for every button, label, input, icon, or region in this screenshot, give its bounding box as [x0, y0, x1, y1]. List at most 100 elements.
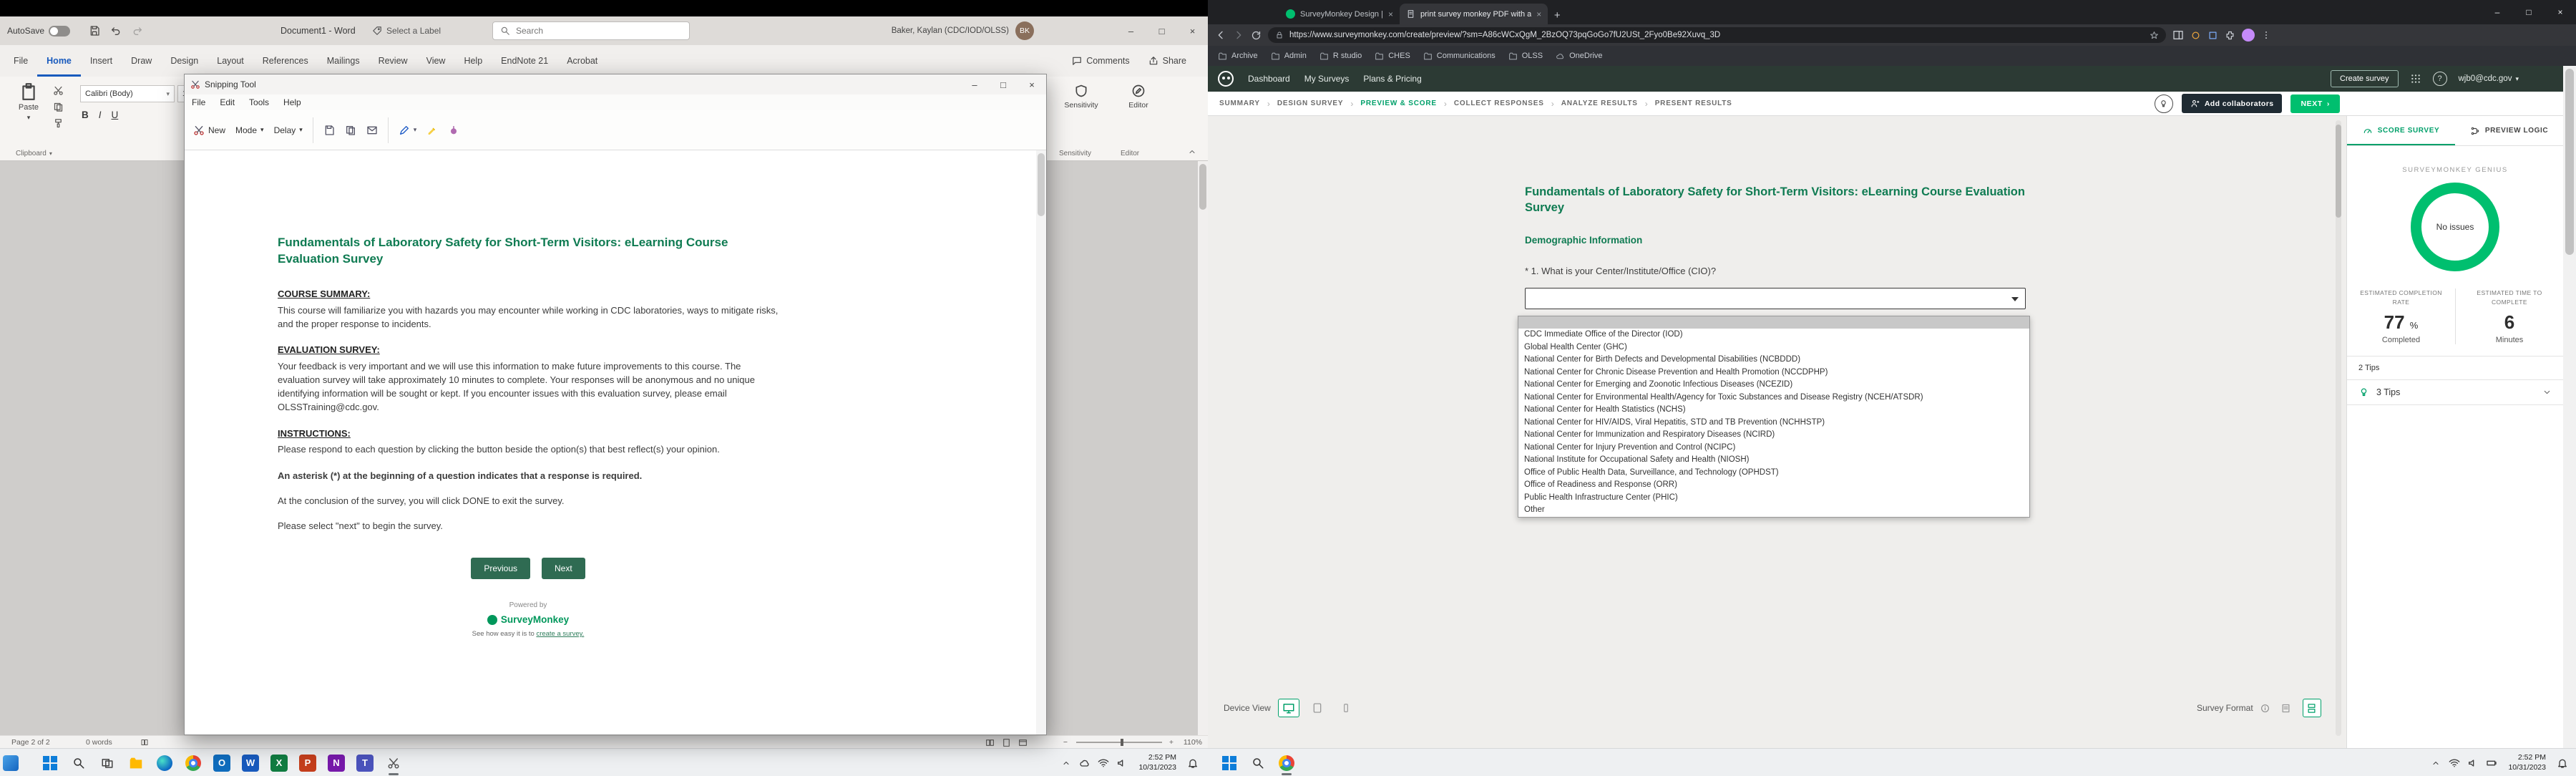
preview-logic-tab[interactable]: PREVIEW LOGIC [2455, 116, 2563, 145]
tips-bulb-button[interactable] [2155, 94, 2173, 113]
maximize-icon[interactable]: □ [989, 74, 1018, 94]
ribbon-tab-references[interactable]: References [253, 45, 318, 77]
dropdown-option[interactable]: Global Health Center (GHC) [1518, 341, 2029, 354]
close-icon[interactable]: × [1177, 16, 1208, 45]
maximize-icon[interactable]: □ [1146, 16, 1177, 45]
dropdown-option[interactable]: National Center for Environmental Health… [1518, 392, 2029, 404]
next-button[interactable]: Next [542, 558, 585, 579]
comments-button[interactable]: Comments [1072, 56, 1129, 66]
taskbar-clock[interactable]: 2:52 PM 10/31/2023 [1138, 753, 1176, 772]
cio-select[interactable] [1525, 288, 2026, 309]
ribbon-tab-mailings[interactable]: Mailings [318, 45, 369, 77]
sensitivity-button[interactable]: Sensitivity [1056, 84, 1106, 110]
minimize-icon[interactable]: – [2482, 0, 2513, 24]
minimize-icon[interactable]: – [960, 74, 989, 94]
add-collaborators-button[interactable]: Add collaborators [2182, 94, 2283, 113]
back-icon[interactable] [1215, 29, 1226, 41]
tray-expand-icon[interactable] [2426, 759, 2445, 767]
word-count[interactable]: 0 words [86, 736, 112, 749]
underline-button[interactable]: U [112, 110, 119, 120]
onenote-button[interactable]: N [322, 749, 351, 776]
dropdown-option-blank[interactable] [1518, 316, 2029, 329]
bookmark-archive[interactable]: Archive [1218, 52, 1258, 61]
redo-icon[interactable] [127, 16, 147, 45]
score-survey-tab[interactable]: SCORE SURVEY [2347, 116, 2455, 145]
menu-edit[interactable]: Edit [220, 97, 235, 107]
delay-dropdown[interactable]: Delay ▾ [274, 125, 303, 135]
dropdown-option[interactable]: National Center for Immunization and Res… [1518, 429, 2029, 442]
previous-button[interactable]: Previous [471, 558, 530, 579]
format-one-page-button[interactable] [2277, 699, 2296, 717]
step-design-survey[interactable]: DESIGN SURVEY [1277, 100, 1343, 107]
ribbon-tab-review[interactable]: Review [369, 45, 417, 77]
highlighter-icon[interactable] [426, 125, 438, 136]
dropdown-option[interactable]: National Center for Chronic Disease Prev… [1518, 367, 2029, 379]
ribbon-tab-home[interactable]: Home [37, 45, 81, 77]
tips-accordion[interactable]: 3 Tips [2347, 379, 2563, 405]
font-name-select[interactable]: Calibri (Body) ▾ [80, 85, 175, 102]
search-input[interactable] [516, 26, 673, 36]
zoom-level[interactable]: 110% [1184, 736, 1202, 749]
ribbon-tab-insert[interactable]: Insert [81, 45, 122, 77]
avatar[interactable]: BK [1015, 21, 1034, 40]
surveymonkey-logo[interactable] [1218, 71, 1234, 87]
ribbon-tab-draw[interactable]: Draw [122, 45, 161, 77]
dropdown-option[interactable]: National Center for Injury Prevention an… [1518, 442, 2029, 455]
taskbar-search-button[interactable] [64, 749, 93, 776]
pen-dropdown[interactable]: ▾ [399, 125, 417, 136]
snip-scrollbar[interactable] [1036, 150, 1046, 734]
url-text[interactable]: https://www.surveymonkey.com/create/prev… [1289, 31, 2144, 39]
account-name[interactable]: Baker, Kaylan (CDC/IOD/OLSS) [892, 16, 1009, 45]
save-icon[interactable] [84, 16, 104, 45]
excel-button[interactable]: X [265, 749, 293, 776]
step-preview-score[interactable]: PREVIEW & SCORE [1360, 100, 1436, 107]
browser-tab-surveymonkey[interactable]: SurveyMonkey Design | × [1279, 4, 1400, 24]
extensions-puzzle-icon[interactable] [2225, 30, 2235, 41]
bookmark-star-icon[interactable] [2150, 31, 2159, 40]
collapse-ribbon-icon[interactable] [1188, 147, 1196, 156]
browser-scrollbar[interactable] [2563, 66, 2576, 748]
start-button[interactable] [1215, 749, 1244, 776]
bookmark-onedrive[interactable]: OneDrive [1556, 52, 1602, 61]
save-snip-icon[interactable] [323, 125, 335, 136]
ribbon-tab-help[interactable]: Help [454, 45, 492, 77]
next-step-button[interactable]: NEXT › [2290, 94, 2340, 113]
menu-help[interactable]: Help [283, 97, 301, 107]
notification-bell-icon[interactable] [1184, 757, 1202, 769]
browser-scrollbar-thumb[interactable] [2565, 69, 2574, 255]
battery-icon[interactable] [2482, 757, 2501, 769]
zoom-out-button[interactable]: − [1063, 736, 1068, 749]
undo-icon[interactable] [106, 16, 126, 45]
refresh-icon[interactable] [1251, 30, 1262, 41]
notification-bell-icon[interactable] [2553, 757, 2572, 769]
bookmark-r-studio[interactable]: R studio [1319, 52, 1362, 61]
nav-dashboard[interactable]: Dashboard [1248, 74, 1290, 84]
extension-icon[interactable] [2190, 30, 2201, 41]
nav-plans-pricing[interactable]: Plans & Pricing [1363, 74, 1421, 84]
account-menu[interactable]: wjb0@cdc.gov ▾ [2459, 74, 2519, 83]
chrome-button[interactable] [1272, 749, 1301, 776]
new-snip-button[interactable]: New [193, 125, 225, 136]
close-tab-icon[interactable]: × [1536, 9, 1541, 19]
editor-button[interactable]: Editor [1113, 84, 1163, 110]
dropdown-option[interactable]: Public Health Infrastructure Center (PHI… [1518, 492, 2029, 505]
teams-button[interactable]: T [351, 749, 379, 776]
device-phone-button[interactable] [1335, 699, 1357, 717]
step-present-results[interactable]: PRESENT RESULTS [1655, 100, 1732, 107]
bookmark-ches[interactable]: CHES [1375, 52, 1410, 61]
ribbon-tab-endnote[interactable]: EndNote 21 [492, 45, 557, 77]
clipboard-group-label[interactable]: Clipboard ▾ [16, 150, 52, 157]
nav-my-surveys[interactable]: My Surveys [1304, 74, 1350, 84]
close-icon[interactable]: × [2545, 0, 2576, 24]
preview-scrollbar-thumb[interactable] [2336, 125, 2341, 218]
extension-icon[interactable] [2207, 30, 2218, 41]
word-scrollbar[interactable] [1198, 161, 1208, 735]
bookmark-olss[interactable]: OLSS [1508, 52, 1543, 61]
word-scrollbar-thumb[interactable] [1199, 164, 1206, 210]
format-scrolling-button[interactable] [2303, 699, 2321, 717]
mode-dropdown[interactable]: Mode ▾ [235, 125, 264, 135]
volume-icon[interactable] [1113, 757, 1131, 769]
search-box[interactable] [492, 21, 690, 40]
taskbar-clock[interactable]: 2:52 PM 10/31/2023 [2508, 753, 2546, 772]
tray-expand-icon[interactable] [1057, 759, 1075, 767]
